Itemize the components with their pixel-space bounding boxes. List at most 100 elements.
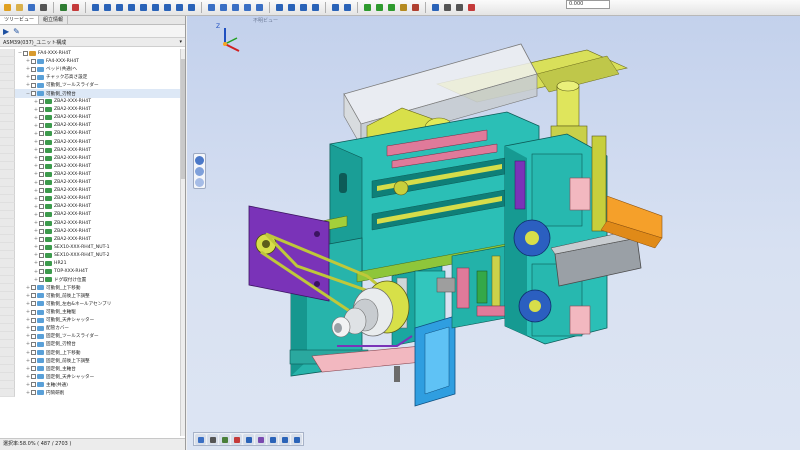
tree-row[interactable]: + 可動側_前後上下調整 xyxy=(0,291,185,300)
tree-row[interactable]: + 可動側_左右&ネールアセンブリ xyxy=(0,299,185,308)
zoom-fit-icon[interactable] xyxy=(90,2,101,13)
tree-row[interactable]: + ZBA2-XXX-RH4T xyxy=(0,210,185,219)
green-cylinder-3-icon[interactable] xyxy=(386,2,397,13)
tree-row[interactable]: + ZBA2-XXX-RH4T xyxy=(0,97,185,106)
visibility-checkbox[interactable] xyxy=(39,228,44,234)
visibility-checkbox[interactable] xyxy=(31,66,36,72)
visibility-checkbox[interactable] xyxy=(39,269,44,275)
visibility-checkbox[interactable] xyxy=(39,212,44,218)
tree-row[interactable]: + ZBA2-XXX-RH4T xyxy=(0,202,185,211)
visibility-checkbox[interactable] xyxy=(39,171,44,177)
new-file-icon[interactable] xyxy=(2,2,13,13)
visibility-checkbox[interactable] xyxy=(39,220,44,226)
tree-row[interactable]: + TOP-XXX-RH4T xyxy=(0,267,185,276)
open-folder-icon[interactable] xyxy=(14,2,25,13)
tree-row[interactable]: + 主軸(共通) xyxy=(0,380,185,389)
tree-row[interactable]: − FA4-XXX-RH4T xyxy=(0,49,185,58)
save-icon[interactable] xyxy=(26,2,37,13)
tree-row[interactable]: + SEX10-XXX-RH4T_NUT-2 xyxy=(0,251,185,260)
tree-row[interactable]: + ZBA2-XXX-RH4T xyxy=(0,146,185,155)
rotate-icon[interactable] xyxy=(102,2,113,13)
tree-row[interactable]: + 固定側_主軸台 xyxy=(0,364,185,373)
visibility-checkbox[interactable] xyxy=(39,123,44,129)
crosshair-icon[interactable] xyxy=(466,2,477,13)
tree-row[interactable]: + 可動側_ツールスライダー xyxy=(0,81,185,90)
visibility-checkbox[interactable] xyxy=(39,260,44,266)
visibility-checkbox[interactable] xyxy=(39,147,44,153)
visibility-checkbox[interactable] xyxy=(39,115,44,121)
visibility-checkbox[interactable] xyxy=(31,325,36,331)
measure-distance-icon[interactable] xyxy=(219,434,230,445)
3d-viewport[interactable]: Z 不明ビュー xyxy=(187,16,800,450)
visibility-checkbox[interactable] xyxy=(31,350,36,356)
visibility-checkbox[interactable] xyxy=(31,358,36,364)
machine-model[interactable]: Z xyxy=(187,16,800,450)
visibility-checkbox[interactable] xyxy=(31,58,36,64)
gear-icon[interactable] xyxy=(398,2,409,13)
visibility-checkbox[interactable] xyxy=(39,107,44,113)
visibility-checkbox[interactable] xyxy=(39,99,44,105)
tree-row[interactable]: + 固定側_前後上下調整 xyxy=(0,356,185,365)
tree-row[interactable]: + ベッド(共通)へ xyxy=(0,65,185,74)
tree-row[interactable]: + 可動側_主軸駆 xyxy=(0,308,185,317)
tab-tree-view[interactable]: ツリービュー xyxy=(0,16,40,24)
tree-row[interactable]: + 円筒研削 xyxy=(0,388,185,398)
tree-row[interactable]: + ZBA2-XXX-RH4T xyxy=(0,121,185,130)
visibility-checkbox[interactable] xyxy=(31,341,36,347)
zoom-out-icon[interactable] xyxy=(138,2,149,13)
view-iso-icon[interactable] xyxy=(242,2,253,13)
tree-row[interactable]: + ZBA2-XXX-RH4T xyxy=(0,186,185,195)
visibility-checkbox[interactable] xyxy=(39,244,44,250)
visibility-checkbox[interactable] xyxy=(31,333,36,339)
green-cylinder-1-icon[interactable] xyxy=(362,2,373,13)
visibility-checkbox[interactable] xyxy=(31,374,36,380)
clip-plane-icon[interactable] xyxy=(267,434,278,445)
visibility-checkbox[interactable] xyxy=(39,277,44,283)
explode-icon[interactable] xyxy=(255,434,266,445)
tree-row[interactable]: + HR21 xyxy=(0,259,185,268)
tree-row[interactable]: + ZBA2-XXX-RH4T xyxy=(0,129,185,139)
check-icon[interactable] xyxy=(291,434,302,445)
magnifier-icon[interactable] xyxy=(162,2,173,13)
cross-icon[interactable] xyxy=(454,2,465,13)
visibility-checkbox[interactable] xyxy=(39,131,44,137)
view-prev-icon[interactable] xyxy=(174,2,185,13)
pan-ball-icon[interactable] xyxy=(195,167,204,176)
tree-row[interactable]: + 固定側_ツールスライダー xyxy=(0,332,185,341)
visibility-checkbox[interactable] xyxy=(31,74,36,80)
tree-row[interactable]: + ZBA2-XXX-RH4T xyxy=(0,113,185,122)
visibility-checkbox[interactable] xyxy=(39,204,44,210)
tree-row[interactable]: + ZBA2-XXX-RH4T xyxy=(0,194,185,203)
hidden-line-icon[interactable] xyxy=(298,2,309,13)
toolbar-value-field[interactable]: 0.000 xyxy=(566,0,610,9)
visibility-checkbox[interactable] xyxy=(31,293,36,299)
visibility-checkbox[interactable] xyxy=(31,390,36,396)
redo-icon[interactable] xyxy=(342,2,353,13)
tree-row[interactable]: + ZBA2-XXX-RH4T xyxy=(0,154,185,163)
view-back-icon[interactable] xyxy=(254,2,265,13)
visibility-checkbox[interactable] xyxy=(39,252,44,258)
rotate-ball-icon[interactable] xyxy=(195,156,204,165)
tree-row[interactable]: + ZBA2-XXX-RH4T xyxy=(0,138,185,147)
pan-icon[interactable] xyxy=(114,2,125,13)
select-icon[interactable] xyxy=(58,2,69,13)
move-part-icon[interactable] xyxy=(243,434,254,445)
shaded-icon[interactable] xyxy=(274,2,285,13)
visibility-checkbox[interactable] xyxy=(31,382,36,388)
visibility-checkbox[interactable] xyxy=(39,139,44,145)
visibility-checkbox[interactable] xyxy=(39,196,44,202)
section-icon[interactable] xyxy=(231,434,242,445)
visibility-checkbox[interactable] xyxy=(31,82,36,88)
view-front-icon[interactable] xyxy=(206,2,217,13)
coordinate-icon[interactable] xyxy=(430,2,441,13)
visibility-checkbox[interactable] xyxy=(31,317,36,323)
tree-row[interactable]: + 固定側_上下移動 xyxy=(0,348,185,357)
axis-icon[interactable] xyxy=(442,2,453,13)
tree-row[interactable]: + 可動側_天井シャッター xyxy=(0,316,185,325)
visibility-checkbox[interactable] xyxy=(23,50,28,56)
measure-icon[interactable] xyxy=(70,2,81,13)
visibility-checkbox[interactable] xyxy=(39,155,44,161)
tool-icon[interactable] xyxy=(410,2,421,13)
visibility-checkbox[interactable] xyxy=(39,236,44,242)
tree-row[interactable]: + ZBA2-XXX-RH4T xyxy=(0,235,185,244)
